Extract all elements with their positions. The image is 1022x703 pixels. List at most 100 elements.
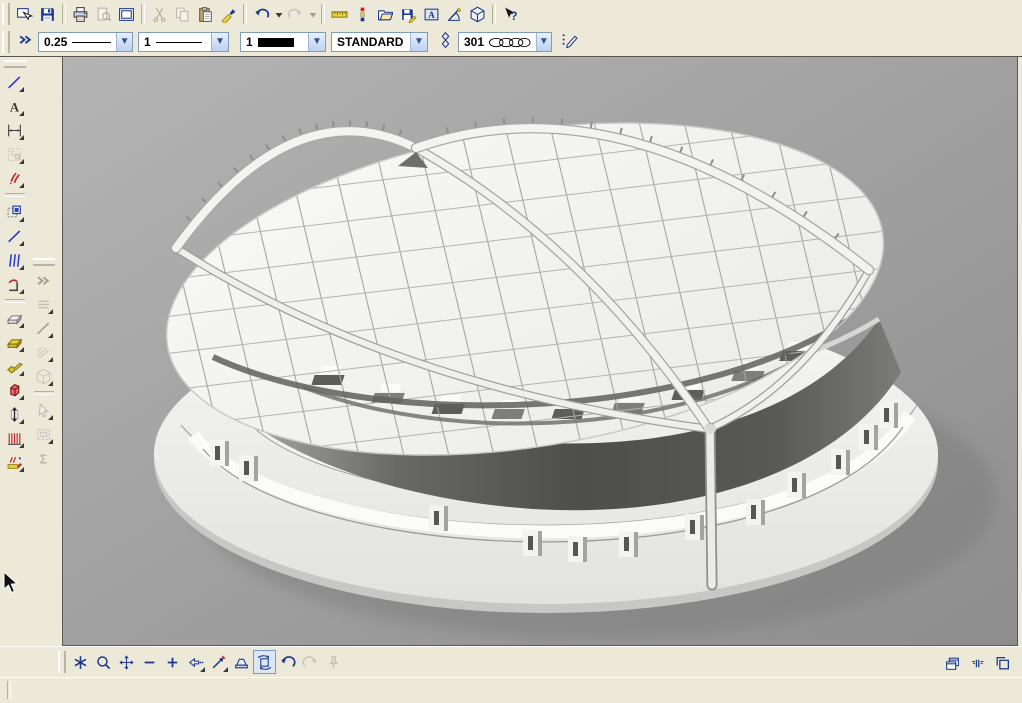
combo-dropdown-button[interactable]: ▼ — [536, 33, 551, 51]
edit-pencil-icon[interactable] — [561, 31, 578, 53]
toolbar-grip[interactable] — [58, 651, 66, 673]
cut-button[interactable] — [148, 2, 171, 26]
measure-ruler-button[interactable] — [328, 2, 351, 26]
line-style-scale-combo[interactable]: 0.25 ▼ — [38, 32, 133, 52]
toolbar-grip[interactable] — [2, 31, 10, 53]
place-line-tool[interactable] — [3, 70, 26, 94]
place-text-tool[interactable]: A — [3, 94, 26, 118]
save-settings-button[interactable] — [397, 2, 420, 26]
paste-icon — [197, 6, 214, 23]
zoom-button[interactable] — [92, 650, 115, 674]
hatch-area-tool[interactable] — [3, 426, 26, 450]
combo-dropdown-button[interactable]: ▼ — [116, 33, 132, 51]
chevrons-icon — [35, 272, 52, 289]
cells-tool[interactable] — [3, 200, 26, 224]
pan-view-button[interactable] — [115, 650, 138, 674]
sketch-tool[interactable] — [3, 166, 26, 190]
line-weight-preview — [258, 38, 294, 47]
color-table-button[interactable] — [351, 2, 374, 26]
toolbar-grip[interactable] — [4, 60, 26, 68]
clip-volume-button[interactable] — [322, 650, 345, 674]
hatch-red-icon — [6, 430, 23, 447]
minus-icon — [141, 654, 158, 671]
text-style-combo[interactable]: STANDARD ▼ — [331, 32, 428, 52]
print-preview-button[interactable] — [92, 2, 115, 26]
view-redo-button[interactable] — [299, 650, 322, 674]
corner-icon — [6, 276, 23, 293]
window-frame-button[interactable] — [115, 2, 138, 26]
help-pointer-icon: ? — [502, 6, 519, 23]
fit-view-button[interactable] — [230, 650, 253, 674]
application-window: { "colors": { "chrome": "#ece9d8", "chro… — [0, 0, 1022, 703]
line-style-combo[interactable]: 1 ▼ — [138, 32, 229, 52]
solid-yellow-icon — [6, 358, 23, 375]
view-previous-button[interactable] — [184, 650, 207, 674]
ruler-icon — [331, 6, 348, 23]
place-box-tool[interactable] — [3, 378, 26, 402]
acs-cube-button[interactable] — [466, 2, 489, 26]
set-height-tool[interactable] — [3, 402, 26, 426]
view-window[interactable] — [62, 57, 1018, 646]
undo-button[interactable] — [250, 2, 273, 26]
cascade-windows-button[interactable] — [941, 651, 964, 675]
combo-dropdown-button[interactable]: ▼ — [211, 33, 228, 51]
svg-text:A: A — [10, 100, 20, 114]
rotate-view-button[interactable] — [253, 650, 276, 674]
window-frame-icon — [118, 6, 135, 23]
zoom-in-button[interactable] — [161, 650, 184, 674]
tile-windows-button[interactable] — [966, 651, 989, 675]
pattern-area-tool[interactable] — [32, 340, 55, 364]
stadium-3d-model — [63, 57, 1017, 645]
separator — [243, 4, 247, 24]
restore-window-button[interactable] — [991, 651, 1014, 675]
plus-icon — [164, 654, 181, 671]
line-weight-combo[interactable]: 1 ▼ — [240, 32, 326, 52]
dimension-tool[interactable] — [3, 118, 26, 142]
parallel-lines-tool[interactable] — [32, 292, 55, 316]
format-brush-button[interactable] — [217, 2, 240, 26]
raster-manager-button[interactable]: A — [420, 2, 443, 26]
place-fence-tool[interactable] — [32, 422, 55, 446]
asterisk-icon — [72, 654, 89, 671]
raster-a-icon: A — [423, 6, 440, 23]
print-button[interactable] — [69, 2, 92, 26]
place-multiline-tool[interactable] — [3, 248, 26, 272]
toolbar-grip[interactable] — [2, 3, 10, 25]
save-button[interactable] — [36, 2, 59, 26]
zoom-out-button[interactable] — [138, 650, 161, 674]
copy-view-button[interactable] — [207, 650, 230, 674]
construct-line-2-tool[interactable] — [32, 316, 55, 340]
restore-icon — [994, 655, 1011, 672]
combo-dropdown-button[interactable]: ▼ — [308, 33, 325, 51]
paste-button[interactable] — [194, 2, 217, 26]
select-pointer-tool[interactable] — [32, 398, 55, 422]
redo-button[interactable] — [284, 2, 307, 26]
calculate-sum-tool[interactable]: Σ — [32, 446, 55, 470]
place-slab-tool[interactable] — [3, 306, 26, 330]
open-file-button[interactable] — [374, 2, 397, 26]
construct-line-tool[interactable] — [3, 224, 26, 248]
copy-button[interactable] — [171, 2, 194, 26]
extrude-solid-tool[interactable] — [3, 354, 26, 378]
redo-dropdown-button[interactable] — [307, 2, 318, 26]
annotate-tool[interactable] — [3, 450, 26, 474]
place-solid-tool[interactable] — [3, 330, 26, 354]
select-element-button[interactable] — [13, 2, 36, 26]
active-cell-combo[interactable]: 301 ▼ — [458, 32, 552, 52]
link-8-icon[interactable] — [437, 31, 454, 53]
cube-3d-icon — [469, 6, 486, 23]
primitive-box-tool[interactable] — [32, 364, 55, 388]
context-help-button[interactable]: ? — [499, 2, 522, 26]
chevrons-icon[interactable] — [17, 31, 34, 53]
update-view-button[interactable] — [69, 650, 92, 674]
view-undo-button[interactable] — [276, 650, 299, 674]
line-style-preview — [72, 42, 111, 43]
modify-corner-tool[interactable] — [3, 272, 26, 296]
expand-tools-button[interactable] — [32, 268, 55, 292]
undo-dropdown-button[interactable] — [273, 2, 284, 26]
attach-tags-tool[interactable] — [3, 142, 26, 166]
view-control-bar — [0, 646, 1022, 678]
measure-angle-button[interactable] — [443, 2, 466, 26]
combo-dropdown-button[interactable]: ▼ — [410, 33, 427, 51]
toolbar-grip[interactable] — [33, 258, 55, 266]
